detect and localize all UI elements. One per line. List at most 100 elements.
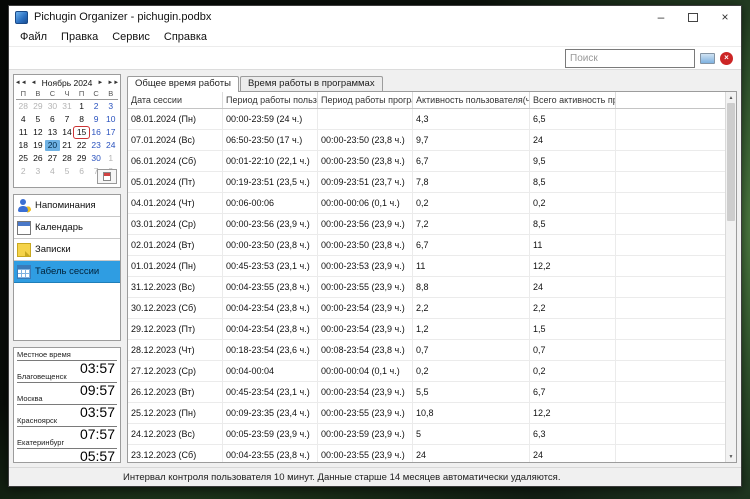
calendar-day[interactable]: 17 [103, 127, 118, 138]
table-row[interactable]: 01.01.2024 (Пн) 00:45-23:53 (23,1 ч.) 00… [128, 256, 725, 277]
calendar-day[interactable]: 15 [73, 126, 90, 139]
scroll-track[interactable] [726, 103, 736, 451]
table-row[interactable]: 26.12.2023 (Вт) 00:45-23:54 (23,1 ч.) 00… [128, 382, 725, 403]
calendar-day[interactable]: 26 [31, 153, 46, 164]
calendar-day[interactable]: 4 [45, 166, 60, 177]
menu-item[interactable]: Сервис [105, 31, 157, 43]
scroll-thumb[interactable] [727, 103, 735, 221]
column-header-total-activity[interactable]: Всего активность прог... [530, 92, 616, 108]
calendar-day[interactable]: 27 [45, 153, 60, 164]
calendar-day[interactable]: 2 [16, 166, 31, 177]
calendar-day[interactable]: 3 [31, 166, 46, 177]
calendar-day[interactable]: 5 [31, 114, 46, 125]
cell-session-date: 08.01.2024 (Пн) [128, 109, 223, 129]
calendar-day[interactable]: 31 [60, 101, 75, 112]
prev-month-button[interactable]: ◄ [30, 78, 38, 88]
calendar-day[interactable]: 13 [45, 127, 60, 138]
calendar-day[interactable]: 12 [31, 127, 46, 138]
table-row[interactable]: 08.01.2024 (Пн) 00:00-23:59 (24 ч.) 4,3 … [128, 109, 725, 130]
calendar-day[interactable]: 2 [89, 101, 104, 112]
calendar-day[interactable]: 30 [89, 153, 104, 164]
calendar-day[interactable]: 21 [60, 140, 75, 151]
table-row[interactable]: 25.12.2023 (Пн) 00:09-23:35 (23,4 ч.) 00… [128, 403, 725, 424]
scroll-down-button[interactable]: ▼ [726, 451, 736, 462]
calendar-day[interactable]: 1 [74, 101, 89, 112]
calendar-day[interactable]: 8 [74, 114, 89, 125]
table-row[interactable]: 27.12.2023 (Ср) 00:04-00:04 00:00-00:04 … [128, 361, 725, 382]
menu-item[interactable]: Правка [54, 31, 105, 43]
column-header-date[interactable]: Дата сессии [128, 92, 223, 108]
calendar-day[interactable]: 7 [60, 114, 75, 125]
menu-item[interactable]: Справка [157, 31, 214, 43]
nav-item[interactable]: Календарь [14, 217, 120, 239]
table-row[interactable]: 03.01.2024 (Ср) 00:00-23:56 (23,9 ч.) 00… [128, 214, 725, 235]
calendar-today-button[interactable] [97, 169, 117, 184]
calendar-day[interactable]: 5 [60, 166, 75, 177]
scroll-up-button[interactable]: ▲ [726, 92, 736, 103]
table-row[interactable]: 23.12.2023 (Сб) 00:04-23:55 (23,8 ч.) 00… [128, 445, 725, 462]
calendar-day[interactable]: 6 [74, 166, 89, 177]
table-row[interactable]: 07.01.2024 (Вс) 06:50-23:50 (17 ч.) 00:0… [128, 130, 725, 151]
clear-search-icon[interactable]: × [720, 51, 733, 65]
calendar-day[interactable]: 29 [74, 153, 89, 164]
calendar-day[interactable]: 28 [16, 101, 31, 112]
calendar-day[interactable]: 20 [45, 140, 60, 151]
calendar-day[interactable]: 16 [89, 127, 104, 138]
calendar-day[interactable]: 18 [16, 140, 31, 151]
calendar-day[interactable]: 29 [31, 101, 46, 112]
next-year-button[interactable]: ►► [106, 78, 120, 88]
column-header-user-period[interactable]: Период работы пользо... [223, 92, 318, 108]
calendar-day[interactable]: 1 [103, 153, 118, 164]
calendar-day[interactable]: 24 [103, 140, 118, 151]
table-row[interactable]: 02.01.2024 (Вт) 00:00-23:50 (23,8 ч.) 00… [128, 235, 725, 256]
calendar-day[interactable]: 9 [89, 114, 104, 125]
calendar-day[interactable]: 28 [60, 153, 75, 164]
calendar-day[interactable]: 22 [74, 140, 89, 151]
cell-program-period: 00:00-23:59 (23,9 ч.) [318, 424, 413, 444]
nav-item[interactable]: Записки [14, 239, 120, 261]
column-header-program-period[interactable]: Период работы програ... [318, 92, 413, 108]
table-row[interactable]: 29.12.2023 (Пт) 00:04-23:54 (23,8 ч.) 00… [128, 319, 725, 340]
tab[interactable]: Общее время работы [127, 76, 239, 92]
cell-user-period: 00:00-23:56 (23,9 ч.) [223, 214, 318, 234]
calendar-day[interactable]: 10 [103, 114, 118, 125]
cell-session-date: 28.12.2023 (Чт) [128, 340, 223, 360]
table-row[interactable]: 24.12.2023 (Вс) 00:05-23:59 (23,9 ч.) 00… [128, 424, 725, 445]
calendar-widget: ◄◄ ◄ Ноябрь 2024 ► ►► ПВСЧПСВ 28 29 30 31 1 2… [13, 74, 121, 188]
cell-program-period [318, 109, 413, 129]
table-row[interactable]: 30.12.2023 (Сб) 00:04-23:54 (23,8 ч.) 00… [128, 298, 725, 319]
cell-session-date: 26.12.2023 (Вт) [128, 382, 223, 402]
cell-total-activity: 6,3 [530, 424, 616, 444]
nav-item[interactable]: Напоминания [14, 195, 120, 217]
cell-filler [616, 172, 725, 192]
calendar-day[interactable]: 14 [60, 127, 75, 138]
vertical-scrollbar[interactable]: ▲ ▼ [725, 92, 736, 462]
prev-year-button[interactable]: ◄◄ [14, 78, 28, 88]
column-header-user-activity[interactable]: Активность пользователя(ч.) [413, 92, 530, 108]
monitor-icon[interactable] [700, 52, 715, 64]
close-button[interactable]: × [709, 6, 741, 28]
minimize-button[interactable]: – [645, 6, 677, 28]
calendar-day[interactable]: 6 [45, 114, 60, 125]
next-month-button[interactable]: ► [96, 78, 104, 88]
menu-item[interactable]: Файл [13, 31, 54, 43]
cell-user-activity: 8,8 [413, 277, 530, 297]
nav-item[interactable]: Табель сессии [14, 261, 120, 283]
calendar-day[interactable]: 19 [31, 140, 46, 151]
table-row[interactable]: 05.01.2024 (Пт) 00:19-23:51 (23,5 ч.) 00… [128, 172, 725, 193]
table-row[interactable]: 06.01.2024 (Сб) 00:01-22:10 (22,1 ч.) 00… [128, 151, 725, 172]
tab[interactable]: Время работы в программах [239, 76, 383, 91]
calendar-day[interactable]: 25 [16, 153, 31, 164]
title-bar[interactable]: Pichugin Organizer - pichugin.podbx – × [9, 6, 741, 28]
table-row[interactable]: 04.01.2024 (Чт) 00:06-00:06 00:00-00:06 … [128, 193, 725, 214]
table-row[interactable]: 28.12.2023 (Чт) 00:18-23:54 (23,6 ч.) 00… [128, 340, 725, 361]
table-row[interactable]: 31.12.2023 (Вс) 00:04-23:55 (23,8 ч.) 00… [128, 277, 725, 298]
calendar-day[interactable]: 3 [103, 101, 118, 112]
maximize-button[interactable] [677, 6, 709, 28]
calendar-day[interactable]: 4 [16, 114, 31, 125]
calendar-day[interactable]: 23 [89, 140, 104, 151]
search-input[interactable] [565, 48, 695, 68]
cell-user-activity: 24 [413, 445, 530, 462]
calendar-day[interactable]: 30 [45, 101, 60, 112]
calendar-day[interactable]: 11 [16, 127, 31, 138]
